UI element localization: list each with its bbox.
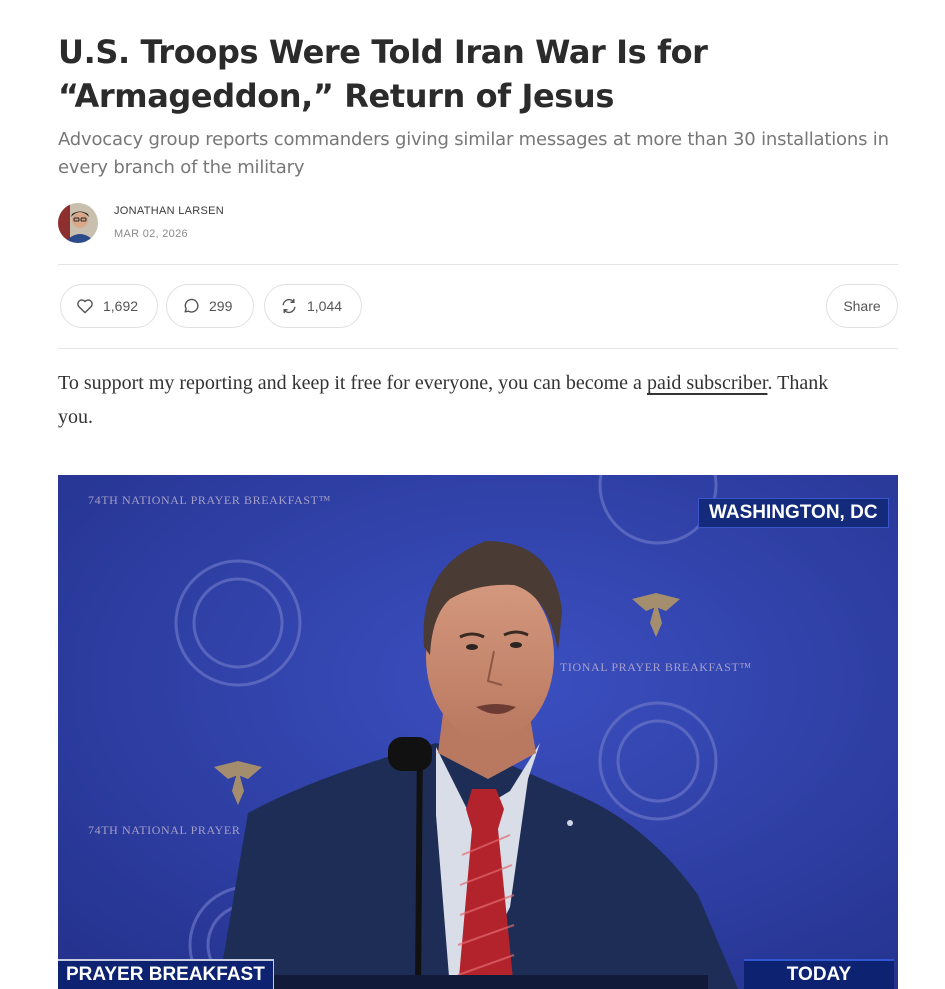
action-bar: 1,692 299 1,044 Share [58, 284, 898, 330]
like-button[interactable]: 1,692 [60, 284, 158, 328]
program-chip: PRAYER BREAKFAST [58, 959, 274, 989]
restack-icon [282, 298, 296, 314]
video-still[interactable]: 74TH NATIONAL PRAYER BREAKFAST™ TIONAL P… [58, 475, 898, 989]
paid-subscriber-link[interactable]: paid subscriber [647, 372, 768, 394]
support-text: To support my reporting and keep it free… [58, 372, 647, 394]
prayer-breakfast-scene [58, 475, 898, 989]
comment-count: 299 [209, 298, 233, 314]
today-chip: TODAY [744, 959, 894, 989]
share-button[interactable]: Share [826, 284, 898, 328]
comment-button[interactable]: 299 [166, 284, 254, 328]
article-subtitle: Advocacy group reports commanders giving… [58, 129, 889, 178]
article-title: U.S. Troops Were Told Iran War Is for “A… [58, 33, 708, 115]
support-message: To support my reporting and keep it free… [58, 366, 858, 434]
backdrop-banner-left: 74TH NATIONAL PRAYER [88, 823, 241, 837]
divider-bottom [58, 348, 898, 349]
byline: JONATHAN LARSEN MAR 02, 2026 [58, 201, 458, 245]
backdrop-banner-right: TIONAL PRAYER BREAKFAST™ [560, 660, 752, 674]
author-avatar[interactable] [58, 203, 98, 243]
location-chip: WASHINGTON, DC [698, 498, 889, 528]
like-count: 1,692 [103, 298, 139, 314]
backdrop-banner-top: 74TH NATIONAL PRAYER BREAKFAST™ [88, 493, 331, 507]
comment-icon [184, 298, 199, 313]
author-name[interactable]: JONATHAN LARSEN [114, 205, 224, 217]
restack-button[interactable]: 1,044 [264, 284, 362, 328]
divider-top [58, 264, 898, 265]
heart-icon [77, 299, 93, 314]
restack-count: 1,044 [307, 298, 343, 314]
publish-date: MAR 02, 2026 [114, 228, 188, 240]
